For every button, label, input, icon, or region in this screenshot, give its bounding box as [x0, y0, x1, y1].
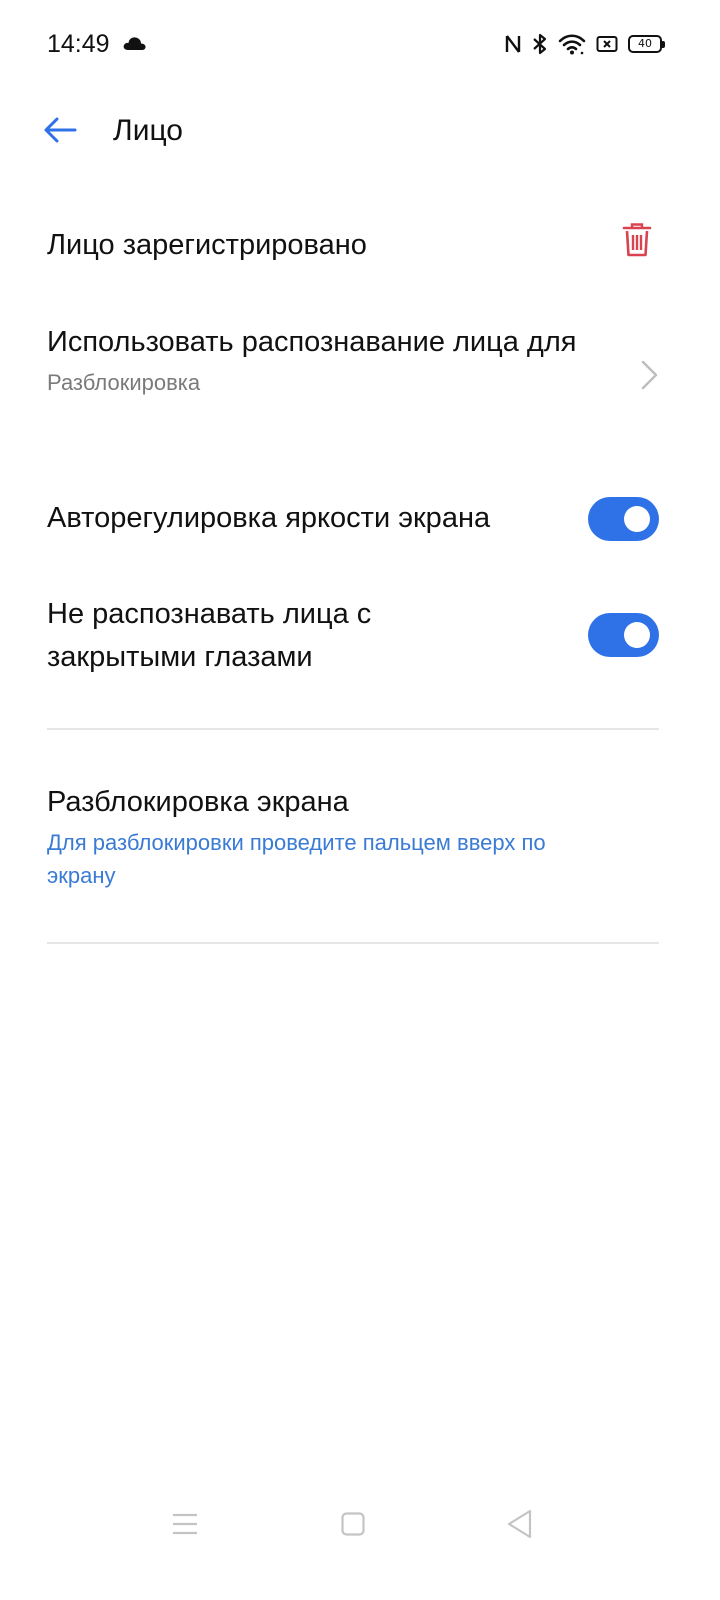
- status-bar: 14:49 40: [0, 0, 720, 88]
- use-face-for-row[interactable]: Использовать распознавание лица для Разб…: [47, 321, 659, 447]
- nfc-icon: [504, 33, 522, 55]
- back-triangle-icon: [507, 1509, 533, 1544]
- chevron-right-icon: [639, 359, 659, 391]
- navigation-bar: [0, 1490, 720, 1560]
- bluetooth-icon: [532, 32, 548, 56]
- auto-brightness-row: Авторегулировка яркости экрана: [47, 497, 659, 541]
- auto-brightness-toggle[interactable]: [588, 497, 659, 541]
- toggle-knob: [624, 622, 650, 648]
- face-registered-title: Лицо зарегистрировано: [47, 229, 367, 261]
- trash-icon: [622, 222, 652, 263]
- battery-icon: 40: [628, 35, 665, 53]
- use-face-for-title: Использовать распознавание лица для: [47, 326, 577, 358]
- toggle-knob: [624, 506, 650, 532]
- back-button[interactable]: [38, 110, 82, 154]
- screen-unlock-title: Разблокировка экрана: [47, 786, 349, 818]
- recents-button[interactable]: [165, 1506, 205, 1546]
- divider: [47, 942, 659, 944]
- wifi-icon: [558, 33, 586, 55]
- screen-unlock-row[interactable]: Разблокировка экрана Для разблокировки п…: [47, 781, 659, 901]
- closed-eyes-title: Не распознавать лица с закрытыми глазами: [47, 598, 372, 673]
- back-nav-button[interactable]: [500, 1506, 540, 1546]
- arrow-left-icon: [42, 116, 78, 149]
- cloud-icon: [122, 34, 148, 52]
- home-button[interactable]: [333, 1506, 373, 1546]
- closed-eyes-toggle[interactable]: [588, 613, 659, 657]
- auto-brightness-title: Авторегулировка яркости экрана: [47, 502, 491, 534]
- header: Лицо: [0, 100, 720, 164]
- screen-unlock-description: Для разблокировки проведите пальцем ввер…: [47, 830, 546, 888]
- home-icon: [341, 1511, 365, 1541]
- sim-icon: [596, 35, 618, 53]
- closed-eyes-row: Не распознавать лица с закрытыми глазами: [47, 593, 659, 683]
- delete-face-button[interactable]: [615, 220, 659, 264]
- menu-icon: [172, 1512, 198, 1541]
- divider: [47, 728, 659, 730]
- status-icons: 40: [504, 30, 665, 58]
- page-title: Лицо: [113, 114, 183, 147]
- face-registered-row: Лицо зарегистрировано: [47, 222, 659, 274]
- status-time: 14:49: [47, 30, 110, 58]
- use-face-for-value: Разблокировка: [47, 370, 201, 395]
